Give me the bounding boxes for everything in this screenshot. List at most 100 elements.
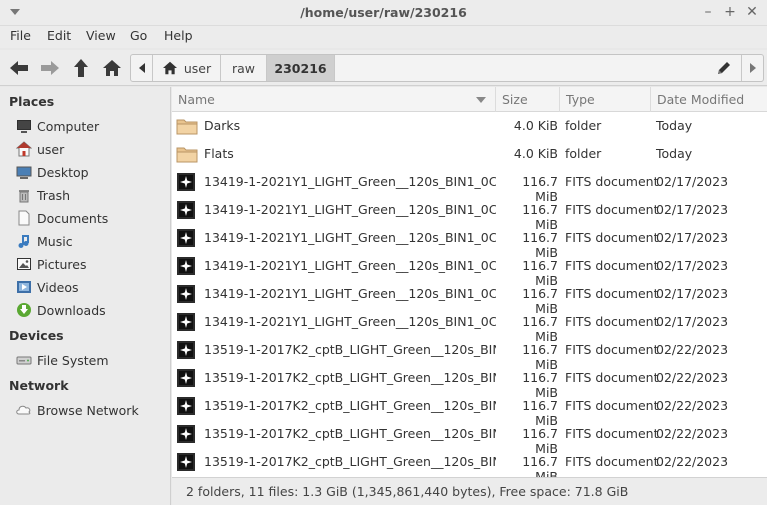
sidebar-item-label: Downloads bbox=[37, 302, 106, 318]
folder-icon bbox=[176, 144, 198, 164]
table-row[interactable]: 13419-1-2021Y1_LIGHT_Green__120s_BIN1_0C… bbox=[172, 224, 767, 260]
file-date-modified: Today bbox=[656, 146, 693, 161]
drive-icon bbox=[16, 352, 32, 368]
column-header-name[interactable]: Name bbox=[172, 87, 496, 112]
path-segment-raw[interactable]: raw bbox=[221, 55, 267, 81]
file-name: 13519-1-2017K2_cptB_LIGHT_Green__120s_BI… bbox=[204, 398, 496, 413]
file-date-modified: 02/22/2023 bbox=[656, 426, 729, 441]
column-type-label: Type bbox=[566, 92, 595, 107]
sidebar-item-pictures[interactable]: Pictures bbox=[16, 254, 87, 274]
sidebar-item-label: Desktop bbox=[37, 164, 89, 180]
table-row[interactable]: Darks 4.0 KiB folder Today bbox=[172, 112, 767, 140]
file-date-modified: 02/17/2023 bbox=[656, 230, 729, 245]
sidebar-item-label: user bbox=[37, 141, 65, 157]
path-segment-label: 230216 bbox=[274, 60, 327, 76]
table-row[interactable]: 13419-1-2021Y1_LIGHT_Green__120s_BIN1_0C… bbox=[172, 308, 767, 344]
file-name: Darks bbox=[204, 118, 241, 133]
table-row[interactable]: 13419-1-2021Y1_LIGHT_Green__120s_BIN1_0C… bbox=[172, 168, 767, 204]
column-header-type[interactable]: Type bbox=[560, 87, 651, 112]
fits-file-icon bbox=[176, 312, 196, 332]
status-bar: 2 folders, 11 files: 1.3 GiB (1,345,861,… bbox=[172, 477, 767, 505]
file-type: FITS document bbox=[565, 370, 659, 385]
back-button[interactable] bbox=[6, 56, 32, 80]
up-button[interactable] bbox=[68, 56, 94, 80]
maximize-icon[interactable]: + bbox=[721, 3, 739, 21]
menu-bar: File Edit View Go Help bbox=[0, 26, 767, 48]
sidebar-item-trash[interactable]: Trash bbox=[16, 185, 70, 205]
file-date-modified: 02/17/2023 bbox=[656, 174, 729, 189]
table-row[interactable]: 13419-1-2021Y1_LIGHT_Green__120s_BIN1_0C… bbox=[172, 252, 767, 288]
file-type: FITS document bbox=[565, 202, 659, 217]
sidebar-item-videos[interactable]: Videos bbox=[16, 277, 79, 297]
file-date-modified: 02/17/2023 bbox=[656, 258, 729, 273]
sidebar-item-downloads[interactable]: Downloads bbox=[16, 300, 106, 320]
file-date-modified: 02/22/2023 bbox=[656, 454, 729, 469]
path-scroll-left-button[interactable] bbox=[131, 55, 153, 81]
menu-help[interactable]: Help bbox=[164, 28, 193, 43]
sidebar-item-music[interactable]: Music bbox=[16, 231, 73, 251]
fits-file-icon bbox=[176, 340, 196, 360]
close-icon[interactable]: ✕ bbox=[743, 3, 761, 21]
table-row[interactable]: 13519-1-2017K2_cptB_LIGHT_Green__120s_BI… bbox=[172, 336, 767, 372]
table-row[interactable]: 13519-1-2017K2_cptB_LIGHT_Green__120s_BI… bbox=[172, 392, 767, 428]
file-size: 4.0 KiB bbox=[513, 146, 558, 161]
column-name-label: Name bbox=[178, 92, 215, 107]
table-row[interactable]: 13419-1-2021Y1_LIGHT_Green__120s_BIN1_0C… bbox=[172, 280, 767, 316]
file-name: 13419-1-2021Y1_LIGHT_Green__120s_BIN1_0C… bbox=[204, 230, 496, 245]
file-type: FITS document bbox=[565, 230, 659, 245]
back-arrow-icon bbox=[10, 61, 28, 75]
file-date-modified: 02/17/2023 bbox=[656, 286, 729, 301]
table-row[interactable]: 13519-1-2017K2_cptB_LIGHT_Green__120s_BI… bbox=[172, 448, 767, 484]
path-segment-230216[interactable]: 230216 bbox=[267, 55, 335, 81]
sidebar-item-label: Music bbox=[37, 233, 73, 249]
sidebar-item-file-system[interactable]: File System bbox=[16, 350, 109, 370]
minimize-icon[interactable]: – bbox=[699, 3, 717, 21]
edit-location-button[interactable] bbox=[709, 55, 739, 81]
menu-file[interactable]: File bbox=[10, 28, 31, 43]
menu-go[interactable]: Go bbox=[130, 28, 147, 43]
sidebar-item-browse-network[interactable]: Browse Network bbox=[16, 400, 139, 420]
forward-arrow-icon bbox=[41, 61, 59, 75]
menu-view[interactable]: View bbox=[86, 28, 116, 43]
file-type: FITS document bbox=[565, 398, 659, 413]
home-icon bbox=[16, 141, 32, 157]
title-bar: /home/user/raw/230216 – + ✕ bbox=[0, 0, 767, 26]
file-date-modified: 02/22/2023 bbox=[656, 398, 729, 413]
path-segment-label: user bbox=[183, 60, 212, 76]
path-segment-user[interactable]: user bbox=[153, 55, 221, 81]
file-type: folder bbox=[565, 118, 602, 133]
sidebar-item-documents[interactable]: Documents bbox=[16, 208, 108, 228]
file-date-modified: 02/22/2023 bbox=[656, 342, 729, 357]
toolbar: user raw 230216 bbox=[0, 50, 767, 86]
fits-file-icon bbox=[176, 396, 196, 416]
file-type: FITS document bbox=[565, 342, 659, 357]
table-row[interactable]: 13519-1-2017K2_cptB_LIGHT_Green__120s_BI… bbox=[172, 420, 767, 456]
sidebar: Places Computer user Desktop Trash Docum… bbox=[0, 87, 171, 505]
column-header-size[interactable]: Size bbox=[496, 87, 560, 112]
sidebar-item-desktop[interactable]: Desktop bbox=[16, 162, 89, 182]
table-row[interactable]: 13419-1-2021Y1_LIGHT_Green__120s_BIN1_0C… bbox=[172, 196, 767, 232]
table-row[interactable]: 13519-1-2017K2_cptB_LIGHT_Green__120s_BI… bbox=[172, 364, 767, 400]
home-button[interactable] bbox=[99, 56, 125, 80]
file-type: FITS document bbox=[565, 286, 659, 301]
fits-file-icon bbox=[176, 284, 196, 304]
file-date-modified: 02/22/2023 bbox=[656, 370, 729, 385]
sidebar-item-label: Computer bbox=[37, 118, 100, 134]
sidebar-item-computer[interactable]: Computer bbox=[16, 116, 99, 136]
file-type: FITS document bbox=[565, 314, 659, 329]
path-scroll-right-button[interactable] bbox=[741, 55, 763, 81]
forward-button[interactable] bbox=[37, 56, 63, 80]
table-row[interactable]: Flats 4.0 KiB folder Today bbox=[172, 140, 767, 168]
path-segment-label: raw bbox=[231, 60, 256, 76]
path-left-arrow-icon bbox=[138, 63, 145, 73]
column-header-date-modified[interactable]: Date Modified bbox=[651, 87, 767, 112]
edit-pencil-icon bbox=[718, 62, 730, 74]
menu-edit[interactable]: Edit bbox=[47, 28, 71, 43]
sidebar-item-user[interactable]: user bbox=[16, 139, 64, 159]
file-name: 13419-1-2021Y1_LIGHT_Green__120s_BIN1_0C… bbox=[204, 174, 496, 189]
home-icon bbox=[162, 61, 177, 75]
file-date-modified: 02/17/2023 bbox=[656, 202, 729, 217]
fits-file-icon bbox=[176, 452, 196, 472]
sidebar-item-label: File System bbox=[37, 352, 109, 368]
fits-file-icon bbox=[176, 172, 196, 192]
